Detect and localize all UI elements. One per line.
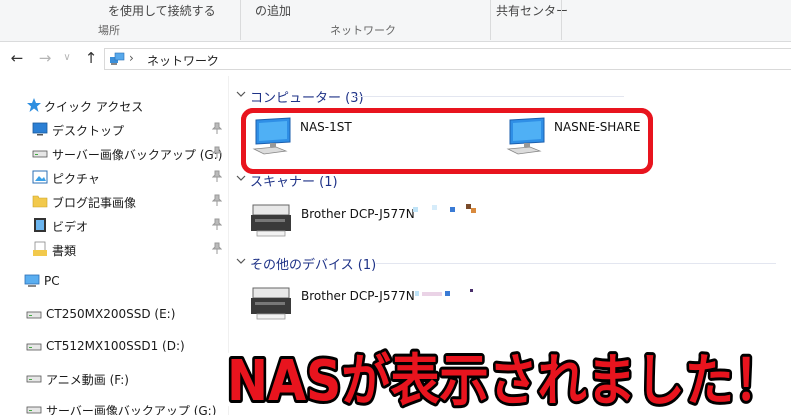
ribbon-share-center-command[interactable]: 共有センター (496, 2, 568, 19)
sidebar-item-label: サーバー画像バックアップ (G:) (46, 404, 217, 415)
ribbon-separator (490, 0, 491, 40)
annotation-banner: NASが表示されました！ NASが表示されました！ (223, 334, 791, 415)
sidebar-item-drive-g[interactable]: サーバー画像バックアップ (G:) (0, 398, 228, 415)
ribbon-group-network: ネットワーク (330, 24, 396, 37)
navigation-pane: クイック アクセス デスクトップ サーバー画像バックアップ (G:) ピクチャ … (0, 76, 228, 415)
printer-icon (251, 204, 291, 237)
sidebar-item-label: サーバー画像バックアップ (G:) (52, 148, 223, 162)
redaction-pixel (422, 292, 442, 296)
redaction-pixel (445, 291, 450, 296)
address-bar[interactable]: › ネットワーク › (104, 48, 791, 70)
sidebar-item-drive-e[interactable]: CT250MX200SSD (E:) (0, 303, 228, 325)
pin-icon[interactable] (212, 194, 222, 206)
chevron-down-icon[interactable] (236, 173, 246, 183)
ribbon-separator (240, 0, 241, 40)
device-item-other-printer[interactable]: Brother DCP-J577N (249, 280, 549, 328)
ribbon: を使用して接続する の追加 共有センター 場所 ネットワーク (0, 0, 791, 42)
device-label: Brother DCP-J577N (301, 207, 415, 221)
sidebar-item-label: PC (44, 274, 60, 288)
redaction-pixel (450, 207, 455, 212)
sidebar-item-desktop[interactable]: デスクトップ (0, 118, 228, 140)
banner-text-graphic: NASが表示されました！ NASが表示されました！ (223, 342, 790, 415)
desktop-icon (32, 122, 48, 136)
pc-icon (24, 274, 40, 287)
ribbon-connect-command[interactable]: を使用して接続する (108, 2, 216, 19)
group-header-computers[interactable]: コンピューター (3) (236, 87, 636, 106)
pin-icon[interactable] (212, 218, 222, 230)
drive-icon (26, 375, 42, 383)
pin-icon[interactable] (212, 170, 222, 182)
ribbon-add-command[interactable]: の追加 (255, 2, 291, 19)
redaction-pixel (432, 205, 437, 210)
pin-icon[interactable] (212, 146, 222, 158)
sidebar-item-label: クイック アクセス (44, 100, 144, 114)
sidebar-item-label: デスクトップ (52, 124, 125, 138)
group-divider (354, 96, 624, 97)
banner-text: NASが表示されました！ (227, 349, 783, 414)
folder-icon (32, 195, 48, 208)
device-label: Brother DCP-J577N (301, 289, 415, 303)
sidebar-item-label: 書類 (52, 244, 77, 258)
redaction-pixel (471, 208, 476, 213)
drive-icon (26, 406, 42, 414)
sidebar-item-quick-access[interactable]: クイック アクセス (0, 94, 228, 116)
recent-locations-chevron-icon[interactable]: ∨ (58, 52, 76, 63)
network-icon (110, 52, 125, 65)
ribbon-group-location: 場所 (98, 24, 120, 37)
printer-icon (251, 287, 291, 320)
group-divider (376, 263, 776, 264)
sidebar-item-label: アニメ動画 (F:) (46, 373, 129, 387)
navigation-bar: ← → ∨ ↑ › ネットワーク › (0, 43, 791, 75)
videos-icon (34, 218, 46, 232)
sidebar-item-drive-d[interactable]: CT512MX100SSD1 (D:) (0, 335, 228, 357)
sidebar-item-pictures[interactable]: ピクチャ (0, 166, 228, 188)
sidebar-item-label: CT512MX100SSD1 (D:) (46, 339, 185, 353)
drive-icon (26, 311, 42, 319)
sidebar-item-documents[interactable]: 書類 (0, 238, 228, 260)
sidebar-item-blog-images[interactable]: ブログ記事画像 (0, 190, 228, 212)
drive-icon (32, 150, 48, 158)
pin-icon[interactable] (212, 122, 222, 134)
redaction-pixel (415, 291, 419, 296)
redaction-pixel (470, 289, 473, 292)
back-arrow-icon[interactable]: ← (8, 49, 26, 67)
sidebar-item-drive-f[interactable]: アニメ動画 (F:) (0, 367, 228, 389)
ribbon-separator (561, 0, 562, 40)
breadcrumb-chevron-icon[interactable]: › (129, 51, 134, 65)
sidebar-item-label: CT250MX200SSD (E:) (46, 307, 176, 321)
sidebar-item-label: ビデオ (52, 220, 89, 234)
pictures-icon (32, 170, 48, 184)
documents-icon (33, 241, 47, 256)
device-item-scanner[interactable]: Brother DCP-J577N (249, 197, 549, 245)
sidebar-item-videos[interactable]: ビデオ (0, 214, 228, 236)
highlight-frame (241, 108, 653, 174)
group-title: スキャナー (1) (250, 175, 338, 190)
group-title: その他のデバイス (1) (250, 258, 377, 273)
sidebar-item-label: ブログ記事画像 (52, 196, 137, 210)
sidebar-item-pc[interactable]: PC (0, 270, 228, 292)
drive-icon (26, 343, 42, 351)
up-arrow-icon[interactable]: ↑ (82, 49, 100, 67)
sidebar-item-server-backup[interactable]: サーバー画像バックアップ (G:) (0, 142, 228, 164)
group-title: コンピューター (3) (250, 91, 364, 106)
group-header-scanners[interactable]: スキャナー (1) (236, 171, 636, 190)
chevron-down-icon[interactable] (236, 89, 246, 99)
star-icon (27, 98, 41, 112)
group-header-other-devices[interactable]: その他のデバイス (1) (236, 254, 786, 273)
chevron-down-icon[interactable] (236, 256, 246, 266)
forward-arrow-icon[interactable]: → (36, 49, 54, 67)
sidebar-item-label: ピクチャ (52, 172, 100, 186)
breadcrumb-chevron-icon[interactable]: › (207, 51, 212, 65)
pin-icon[interactable] (212, 242, 222, 254)
redaction-pixel (413, 207, 418, 212)
